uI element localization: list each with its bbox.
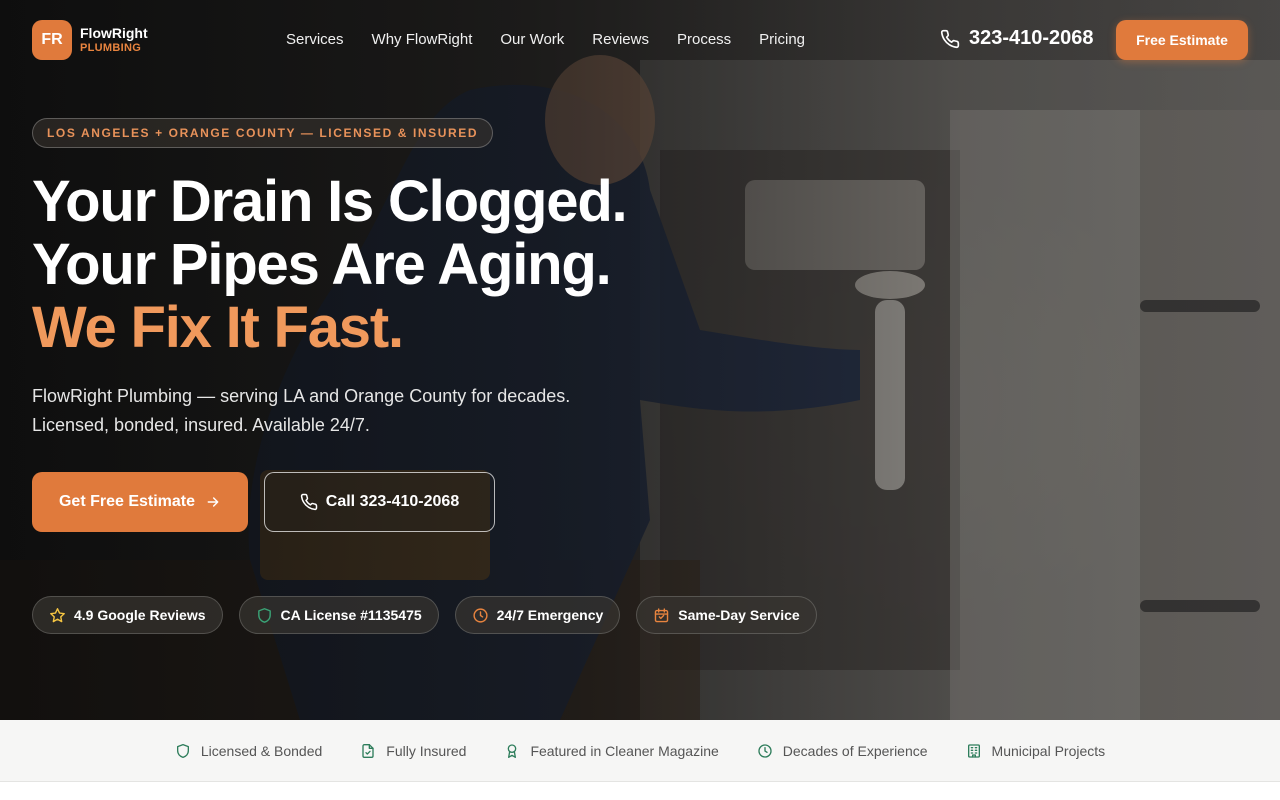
trust-label: Featured in Cleaner Magazine [530,742,719,759]
trust-label: Decades of Experience [782,742,928,759]
headline-line-3: We Fix It Fast. [32,295,404,360]
nav-link-reviews[interactable]: Reviews [592,31,649,48]
badge-same-day: Same-Day Service [636,596,817,634]
shield-icon [256,607,273,624]
headline-line-1: Your Drain Is Clogged. [32,169,628,234]
free-estimate-button[interactable]: Free Estimate [1116,20,1248,60]
nav-link-process[interactable]: Process [677,31,731,48]
logo[interactable]: FR FlowRight PLUMBING [32,20,148,60]
nav-link-pricing[interactable]: Pricing [759,31,805,48]
nav-link-our-work[interactable]: Our Work [500,31,564,48]
shield-icon [175,743,191,759]
trust-item-insured: Fully Insured [360,743,466,759]
get-free-estimate-button[interactable]: Get Free Estimate [32,472,248,532]
phone-icon [940,29,960,49]
call-phone-button[interactable]: Call 323-410-2068 [264,472,495,532]
trust-bar: Licensed & Bonded Fully Insured Featured… [0,720,1280,782]
brand-name: FlowRight [80,25,148,42]
trust-label: Fully Insured [386,742,467,759]
trust-item-experience: Decades of Experience [757,743,928,759]
nav-link-why-flowright[interactable]: Why FlowRight [372,31,473,48]
clock-icon [757,743,773,759]
clock-icon [472,607,489,624]
call-phone-label: Call 323-410-2068 [325,493,460,510]
next-section-edge [0,782,1280,800]
phone-icon [300,493,318,511]
arrow-right-icon [205,494,221,510]
hero-section: FR FlowRight PLUMBING Services Why FlowR… [0,0,1280,720]
nav-phone-link[interactable]: 323-410-2068 [940,27,1094,50]
badge-label: 24/7 Emergency [496,607,604,623]
building-icon [966,743,982,759]
nav-link-services[interactable]: Services [286,31,344,48]
badge-google-reviews: 4.9 Google Reviews [32,596,223,634]
award-icon [504,743,520,759]
brand-sub: PLUMBING [80,41,142,54]
badge-emergency: 24/7 Emergency [454,596,621,634]
badge-label: Same-Day Service [678,607,800,623]
document-check-icon [360,743,376,759]
trust-item-featured: Featured in Cleaner Magazine [504,742,719,759]
calendar-icon [653,607,670,624]
badge-label: 4.9 Google Reviews [74,607,206,623]
hero-badges: 4.9 Google Reviews CA License #1135475 2… [32,596,817,634]
subtext-line-2: Licensed, bonded, insured. Available 24/… [32,415,370,435]
top-nav: FR FlowRight PLUMBING Services Why FlowR… [0,0,1280,80]
hero-headline: Your Drain Is Clogged. Your Pipes Are Ag… [32,169,628,360]
trust-label: Municipal Projects [991,742,1106,759]
star-icon [49,607,66,624]
get-free-estimate-label: Get Free Estimate [58,493,196,510]
service-area-badge: LOS ANGELES + ORANGE COUNTY — LICENSED &… [32,118,494,148]
trust-label: Licensed & Bonded [200,742,323,759]
logo-text: FlowRight PLUMBING [80,25,148,54]
trust-item-licensed: Licensed & Bonded [175,743,322,759]
logo-mark: FR [32,20,72,60]
nav-links: Services Why FlowRight Our Work Reviews … [286,31,805,48]
nav-phone-number: 323-410-2068 [969,27,1094,49]
trust-item-municipal: Municipal Projects [966,742,1106,759]
hero-subtext: FlowRight Plumbing — serving LA and Oran… [32,382,632,440]
badge-label: CA License #1135475 [280,607,422,623]
headline-line-2: Your Pipes Are Aging. [32,232,612,297]
subtext-line-1: FlowRight Plumbing — serving LA and Oran… [32,386,571,406]
badge-license: CA License #1135475 [238,596,439,634]
